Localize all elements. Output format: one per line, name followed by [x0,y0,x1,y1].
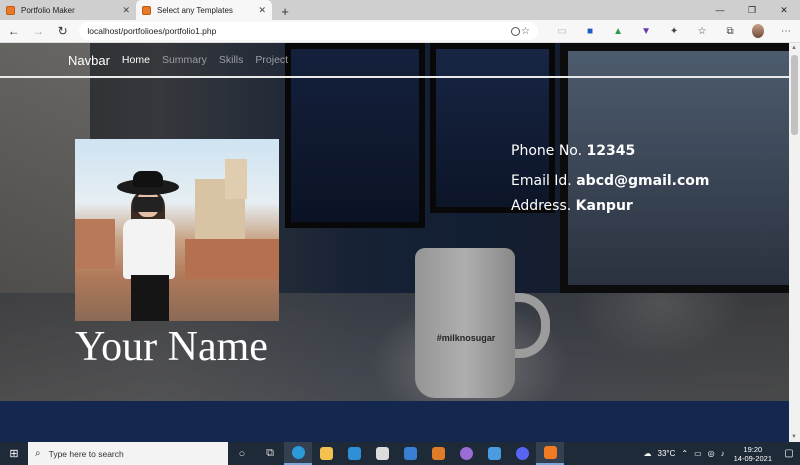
contact-phone: Phone No. 12345 [511,143,635,159]
chevron-up-icon[interactable]: ⌃ [681,449,688,458]
notification-icon[interactable]: ▢ [778,448,800,459]
extension-icon[interactable]: ▲ [608,23,628,39]
page-viewport: #milknosugar Navbar Home Summary Skills … [0,43,789,442]
nav-link-skills[interactable]: Skills [219,54,244,66]
email-value: abcd@gmail.com [576,173,710,189]
scrollbar-thumb[interactable] [791,55,798,135]
search-placeholder: Type here to search [48,448,124,459]
favicon-icon [6,5,15,15]
url-text: localhost/portfolioes/portfolio1.php [87,26,217,36]
phone-value: 12345 [586,143,636,159]
forward-button[interactable]: → [27,21,48,41]
taskbar-clock[interactable]: 19:20 14-09-2021 [734,445,772,463]
edge-browser-icon[interactable] [284,442,312,465]
tab-label: Select any Templates [157,5,233,15]
task-view-icon[interactable]: ⧉ [256,442,284,465]
clock-date: 14-09-2021 [733,453,772,463]
extensions-puzzle-icon[interactable]: ✦ [664,23,684,39]
close-window-button[interactable]: ✕ [768,0,800,20]
arrow-right-icon: → [32,24,45,38]
file-explorer-icon[interactable] [312,442,340,465]
phone-label: Phone No. [511,143,583,159]
contact-address: Address. Kanpur [511,198,633,214]
hero-section: #milknosugar Navbar Home Summary Skills … [0,43,789,401]
tab-portfolio-maker[interactable]: Portfolio Maker ✕ [0,0,136,20]
weather-temp[interactable]: 33°C [658,449,676,458]
minimize-button[interactable]: — [704,0,736,20]
maximize-button[interactable]: ❐ [736,0,768,20]
tab-label: Portfolio Maker [21,5,75,15]
profile-photo [75,139,279,321]
profile-avatar[interactable] [748,23,768,39]
new-tab-button[interactable]: + [276,2,294,20]
extension-icon[interactable]: ▼ [636,23,656,39]
favorite-star-icon[interactable]: ☆ [521,26,530,37]
favicon-icon [142,5,151,15]
extensions-toolbar: ▭ ■ ▲ ▼ ✦ ☆ ⧉ ⋯ [548,23,800,39]
battery-icon[interactable]: ▭ [694,449,702,458]
xampp-icon[interactable] [536,442,564,465]
discord-icon[interactable] [508,442,536,465]
nav-link-project[interactable]: Project [255,54,288,66]
arrow-left-icon: ← [7,24,20,38]
vscode-icon[interactable] [340,442,368,465]
github-icon[interactable] [452,442,480,465]
windows-taskbar: ⊞ ⌕ Type here to search ○ ⧉ ☁ 33°C ⌃ ▭ ◎… [0,442,800,465]
store-icon[interactable] [368,442,396,465]
windows-start-icon[interactable]: ⊞ [0,442,28,465]
navbar-brand[interactable]: Navbar [68,53,110,68]
search-icon: ⌕ [35,448,41,459]
close-tab-icon[interactable]: ✕ [122,5,130,16]
more-menu-icon[interactable]: ⋯ [776,23,796,39]
info-icon[interactable]: i [511,26,520,36]
volume-icon[interactable]: ♪ [721,449,725,458]
hero-name: Your Name [75,324,268,370]
reload-icon: ↻ [57,24,68,38]
nav-link-home[interactable]: Home [122,54,150,66]
scroll-up-icon[interactable]: ▲ [791,45,797,51]
close-tab-icon[interactable]: ✕ [258,5,266,16]
nav-link-summary[interactable]: Summary [162,54,207,66]
address-bar: ← → ↻ i localhost/portfolioes/portfolio1… [0,20,800,43]
reload-button[interactable]: ↻ [52,21,73,41]
browser-tab-bar: Portfolio Maker ✕ Select any Templates ✕… [0,0,800,20]
contact-email: Email Id. abcd@gmail.com [511,173,710,189]
network-icon[interactable]: ◎ [708,449,715,458]
taskbar-search-input[interactable]: ⌕ Type here to search [28,442,228,465]
clock-time: 19:20 [743,444,763,454]
weather-icon[interactable]: ☁ [644,449,652,458]
favorites-icon[interactable]: ☆ [692,23,712,39]
tab-select-templates[interactable]: Select any Templates ✕ [136,0,272,20]
url-input[interactable]: i localhost/portfolioes/portfolio1.php ☆ [79,22,539,40]
system-tray: ☁ 33°C ⌃ ▭ ◎ ♪ 19:20 14-09-2021 ▢ [641,442,800,465]
collections-icon[interactable]: ⧉ [720,23,740,39]
cortana-icon[interactable]: ○ [228,442,256,465]
mail-icon[interactable] [396,442,424,465]
app-icon[interactable] [480,442,508,465]
sublime-icon[interactable] [424,442,452,465]
site-navbar: Navbar Home Summary Skills Project [0,43,789,77]
email-label: Email Id. [511,173,572,189]
extension-icon[interactable]: ■ [580,23,600,39]
back-button[interactable]: ← [3,21,24,41]
next-section [0,401,789,442]
address-value: Kanpur [575,198,633,214]
navbar-divider [0,76,789,78]
address-label: Address. [511,198,572,214]
window-controls: — ❐ ✕ [704,0,800,20]
page-scrollbar[interactable]: ▲ ▼ [789,43,800,442]
scroll-down-icon[interactable]: ▼ [791,434,797,440]
reading-view-icon[interactable]: ▭ [552,23,572,39]
